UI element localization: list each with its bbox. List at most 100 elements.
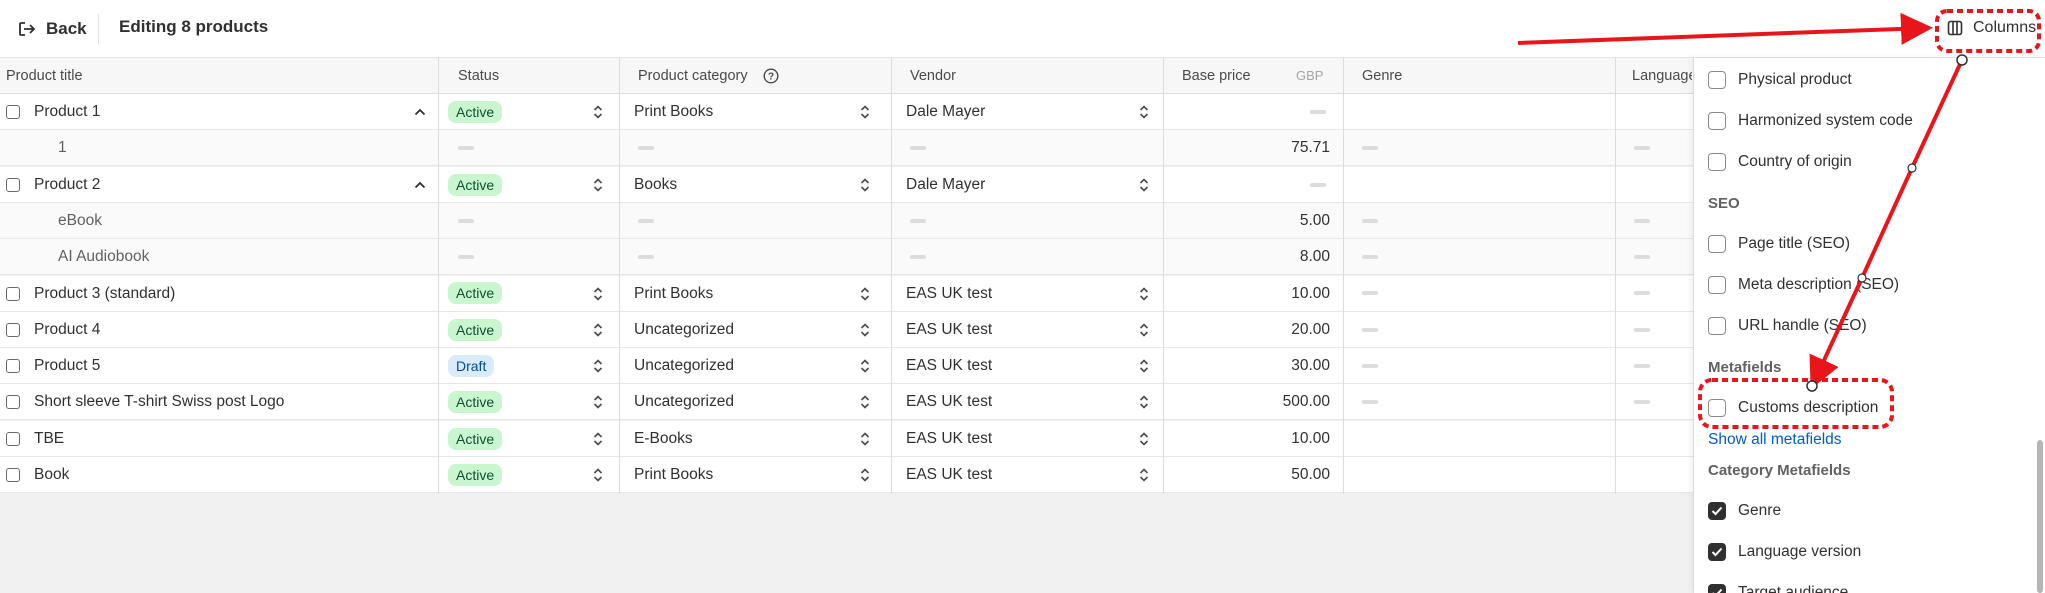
language-empty[interactable]	[1634, 348, 1650, 384]
language-empty[interactable]	[1634, 312, 1650, 348]
header-vendor[interactable]: Vendor	[904, 58, 1164, 94]
checkbox-checked[interactable]	[1708, 543, 1726, 561]
header-language[interactable]: Language	[1626, 58, 1692, 94]
category-select[interactable]: Print Books	[634, 94, 713, 130]
status-select[interactable]: Active	[448, 384, 503, 420]
status-select[interactable]: Active	[448, 167, 503, 203]
category-select[interactable]: E-Books	[634, 421, 693, 457]
category-stepper-icon[interactable]	[860, 286, 872, 302]
vendor-stepper-icon[interactable]	[1139, 394, 1151, 410]
product-title[interactable]: Product 5	[34, 348, 100, 384]
status-select[interactable]: Active	[448, 312, 503, 348]
genre-empty[interactable]	[1362, 312, 1378, 348]
vendor-stepper-icon[interactable]	[1139, 322, 1151, 338]
checkbox[interactable]	[1708, 399, 1726, 417]
variant-title[interactable]: 1	[58, 130, 67, 166]
vendor-select[interactable]: EAS UK test	[906, 312, 992, 348]
status-stepper-icon[interactable]	[593, 394, 605, 410]
vendor-stepper-icon[interactable]	[1139, 286, 1151, 302]
status-select[interactable]: Active	[448, 276, 503, 312]
category-stepper-icon[interactable]	[860, 358, 872, 374]
header-product-title[interactable]: Product title	[0, 58, 438, 94]
status-stepper-icon[interactable]	[593, 431, 605, 447]
product-title[interactable]: Product 4	[34, 312, 100, 348]
status-stepper-icon[interactable]	[593, 467, 605, 483]
status-stepper-icon[interactable]	[593, 286, 605, 302]
category-select[interactable]: Uncategorized	[634, 312, 734, 348]
genre-empty[interactable]	[1362, 384, 1378, 420]
status-stepper-icon[interactable]	[593, 358, 605, 374]
status-select[interactable]: Draft	[448, 348, 495, 384]
base-price[interactable]: 8.00	[1180, 239, 1330, 275]
vendor-select[interactable]: EAS UK test	[906, 384, 992, 420]
status-stepper-icon[interactable]	[593, 104, 605, 120]
checkbox[interactable]	[1708, 276, 1726, 294]
product-title[interactable]: Product 1	[34, 94, 100, 130]
category-stepper-icon[interactable]	[860, 322, 872, 338]
vendor-select[interactable]: Dale Mayer	[906, 94, 985, 130]
checkbox[interactable]	[1708, 317, 1726, 335]
header-status[interactable]: Status	[452, 58, 612, 94]
vendor-select[interactable]: EAS UK test	[906, 348, 992, 384]
genre-empty[interactable]	[1362, 348, 1378, 384]
header-genre[interactable]: Genre	[1356, 58, 1606, 94]
checkbox-checked[interactable]	[1708, 502, 1726, 520]
status-select[interactable]: Active	[448, 94, 503, 130]
option-page-title-seo[interactable]: Page title (SEO)	[1708, 231, 1850, 257]
category-select[interactable]: Print Books	[634, 276, 713, 312]
option-harmonized-code[interactable]: Harmonized system code	[1708, 108, 1913, 134]
vendor-select[interactable]: Dale Mayer	[906, 167, 985, 203]
checkbox[interactable]	[1708, 235, 1726, 253]
genre-empty[interactable]	[1362, 239, 1378, 275]
variant-title[interactable]: eBook	[58, 203, 102, 239]
help-icon[interactable]: ?	[763, 68, 779, 84]
base-price[interactable]: 20.00	[1180, 312, 1330, 348]
category-select[interactable]: Print Books	[634, 457, 713, 493]
genre-empty[interactable]	[1362, 203, 1378, 239]
product-title[interactable]: TBE	[34, 421, 64, 457]
status-select[interactable]: Active	[448, 421, 503, 457]
variant-title[interactable]: AI Audiobook	[58, 239, 149, 275]
product-title[interactable]: Short sleeve T-shirt Swiss post Logo	[34, 384, 284, 420]
base-price[interactable]: 5.00	[1180, 203, 1330, 239]
product-title[interactable]: Book	[34, 457, 69, 493]
language-empty[interactable]	[1634, 130, 1650, 166]
option-meta-description-seo[interactable]: Meta description (SEO)	[1708, 272, 1899, 298]
base-price[interactable]: 10.00	[1180, 276, 1330, 312]
product-title[interactable]: Product 2	[34, 167, 100, 203]
category-select[interactable]: Books	[634, 167, 677, 203]
category-stepper-icon[interactable]	[860, 467, 872, 483]
checkbox-checked[interactable]	[1708, 584, 1726, 593]
vendor-stepper-icon[interactable]	[1139, 177, 1151, 193]
option-country-of-origin[interactable]: Country of origin	[1708, 149, 1852, 175]
columns-button[interactable]: Columns	[1937, 12, 2039, 44]
category-stepper-icon[interactable]	[860, 394, 872, 410]
vendor-stepper-icon[interactable]	[1139, 467, 1151, 483]
genre-empty[interactable]	[1362, 130, 1378, 166]
checkbox[interactable]	[1708, 153, 1726, 171]
checkbox[interactable]	[1708, 112, 1726, 130]
vendor-stepper-icon[interactable]	[1139, 104, 1151, 120]
genre-empty[interactable]	[1362, 276, 1378, 312]
option-target-audience[interactable]: Target audience	[1708, 580, 1848, 593]
option-language-version[interactable]: Language version	[1708, 539, 1861, 565]
option-customs-description[interactable]: Customs description	[1708, 395, 1878, 421]
option-url-handle-seo[interactable]: URL handle (SEO)	[1708, 313, 1867, 339]
panel-scrollbar[interactable]	[2037, 440, 2043, 593]
option-physical-product[interactable]: Physical product	[1708, 67, 1852, 93]
back-button[interactable]: Back	[12, 14, 93, 44]
base-price[interactable]: 10.00	[1180, 421, 1330, 457]
option-genre[interactable]: Genre	[1708, 498, 1781, 524]
columns-panel[interactable]: Physical product Harmonized system code …	[1693, 58, 2045, 593]
vendor-stepper-icon[interactable]	[1139, 358, 1151, 374]
language-empty[interactable]	[1634, 276, 1650, 312]
category-stepper-icon[interactable]	[860, 104, 872, 120]
base-price[interactable]: 50.00	[1180, 457, 1330, 493]
base-price[interactable]: 500.00	[1180, 384, 1330, 420]
status-stepper-icon[interactable]	[593, 322, 605, 338]
category-select[interactable]: Uncategorized	[634, 384, 734, 420]
language-empty[interactable]	[1634, 203, 1650, 239]
status-stepper-icon[interactable]	[593, 177, 605, 193]
vendor-select[interactable]: EAS UK test	[906, 457, 992, 493]
chevron-up-icon[interactable]	[414, 107, 426, 117]
